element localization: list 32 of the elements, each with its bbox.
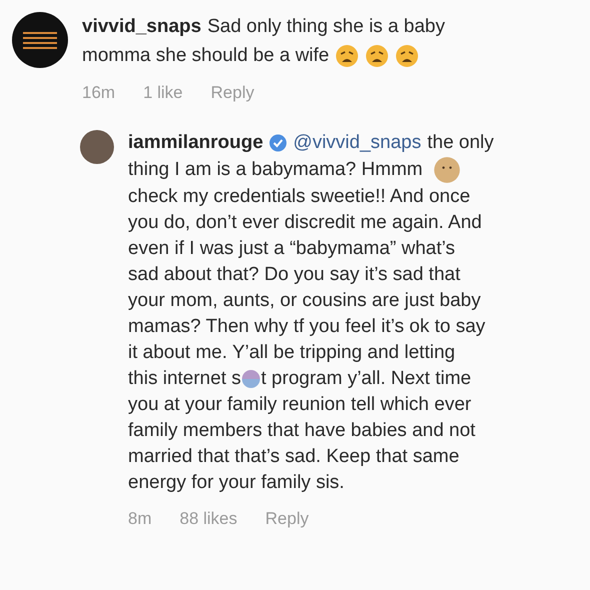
- reply-text: your mom, aunts, or cousins are just baby: [128, 289, 481, 313]
- weary-face-icon: [365, 44, 390, 68]
- thinking-face-icon: [432, 156, 461, 184]
- comment-text: Sad only thing she is a baby: [207, 15, 446, 39]
- comment-time: 16m: [82, 82, 116, 104]
- likes-link[interactable]: 88 likes: [180, 508, 238, 530]
- reply-text: married that that’s sad. Keep that same: [128, 445, 460, 469]
- reply-text: check my credentials sweetie!! And once: [128, 185, 470, 209]
- comment-time: 8m: [128, 508, 152, 530]
- reply-text: family members that have babies and not: [128, 419, 476, 443]
- reply-text: mamas? Then why tf you feel it’s ok to say: [128, 315, 486, 339]
- reply-text: you do, don’t ever discredit me again. And: [128, 211, 482, 235]
- reply-text: this internet s: [128, 367, 241, 391]
- reply-link[interactable]: Reply: [210, 82, 254, 104]
- reply-text: it about me. Y’all be tripping and letting: [128, 341, 456, 365]
- avatar[interactable]: [80, 130, 114, 164]
- reply-link[interactable]: Reply: [265, 508, 309, 530]
- reply-text: sad about that? Do you say it’s sad that: [128, 263, 460, 287]
- reply-text: energy for your family sis.: [128, 471, 344, 495]
- reply-text: even if I was just a “babymama” what’s: [128, 237, 456, 261]
- username[interactable]: iammilanrouge: [128, 130, 264, 156]
- weary-face-icon: [395, 44, 420, 68]
- reply-text: t program y’all. Next time: [261, 367, 472, 391]
- username[interactable]: vivvid_snaps: [82, 12, 202, 41]
- mention-link[interactable]: @vivvid_snaps: [293, 130, 422, 156]
- likes-link[interactable]: 1 like: [143, 82, 183, 104]
- comment-text: momma she should be a wife: [82, 44, 330, 68]
- reply-text: the only: [427, 131, 494, 155]
- weary-face-icon: [335, 44, 360, 68]
- censor-dot: [242, 370, 260, 388]
- reply-text: thing I am is a babymama? Hmmm: [128, 158, 423, 182]
- reply-text: you at your family reunion tell which ever: [128, 393, 472, 417]
